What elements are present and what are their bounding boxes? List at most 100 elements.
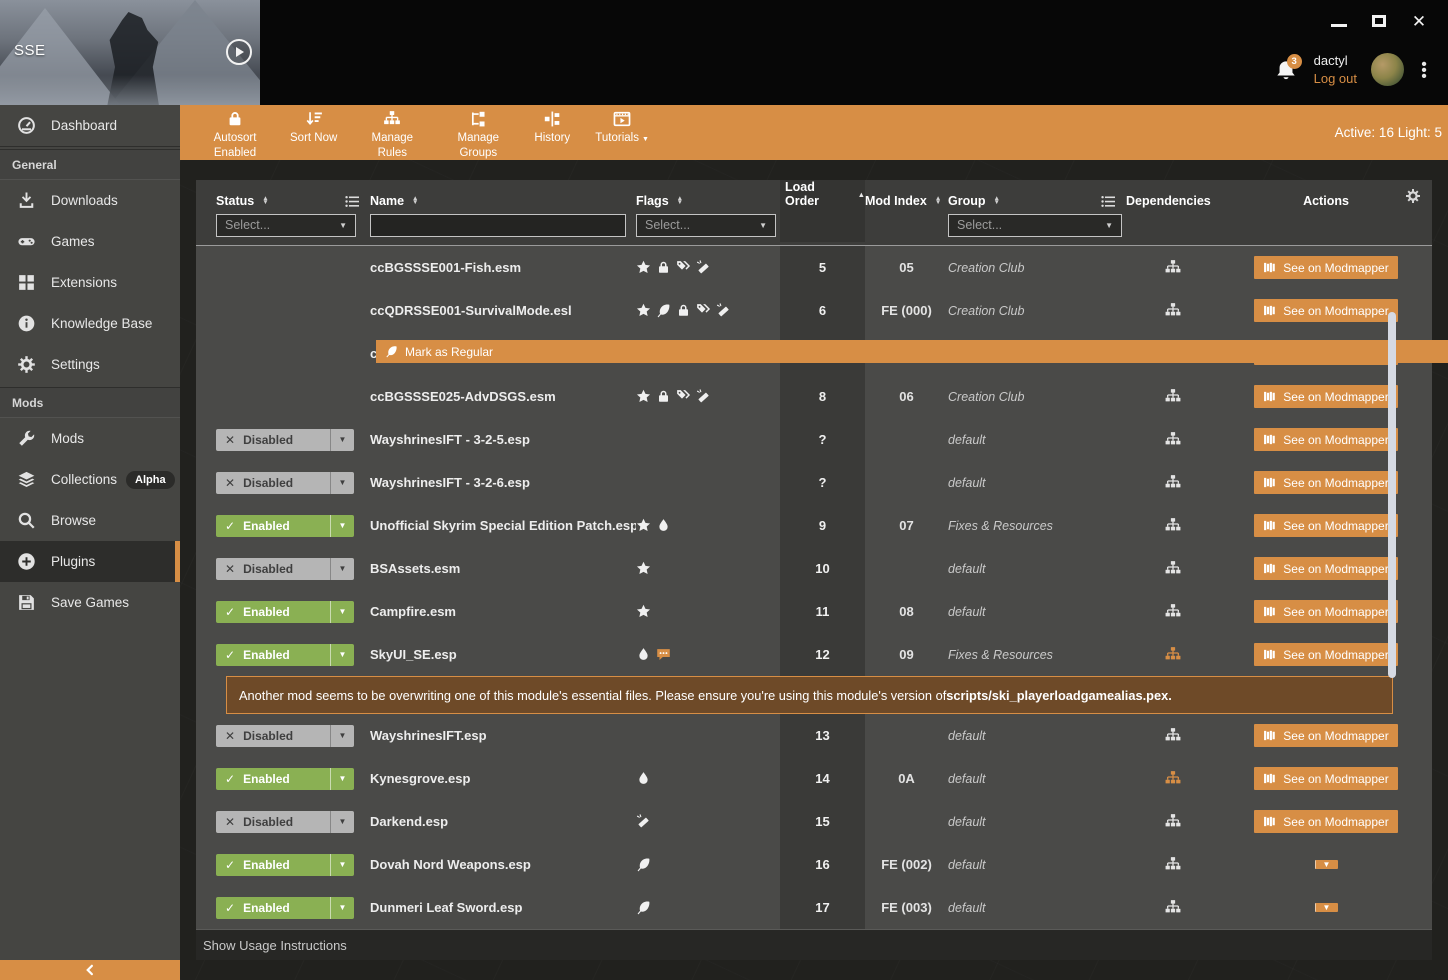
maximize-button[interactable] [1370,12,1388,30]
see-on-modmapper-button[interactable]: See on Modmapper [1254,810,1397,833]
toolbar-button-history[interactable]: History [521,105,583,160]
toggle-caret[interactable]: ▼ [330,515,354,537]
see-on-modmapper-button[interactable]: See on Modmapper [1254,385,1397,408]
toggle-main[interactable]: ✓Enabled [216,897,330,919]
plugin-toggle-button[interactable]: ✓Enabled▼ [216,768,354,790]
see-on-modmapper-button[interactable]: See on Modmapper [1254,514,1397,537]
plugin-toggle-button[interactable]: ✓Enabled▼ [216,897,354,919]
plugin-toggle-button[interactable]: ✕Disabled▼ [216,725,354,747]
toggle-main[interactable]: ✕Disabled [216,558,330,580]
toolbar-button-manage-groups[interactable]: Manage Groups [435,105,521,160]
plugin-toggle-button[interactable]: ✓Enabled▼ [216,601,354,623]
see-on-modmapper-button[interactable]: See on Modmapper [1254,471,1397,494]
plugin-toggle-button[interactable]: ✓Enabled▼ [216,854,354,876]
toggle-caret[interactable]: ▼ [330,429,354,451]
notifications-button[interactable]: 3 [1274,56,1300,84]
sidebar-item-plugins[interactable]: Plugins [0,541,180,582]
see-on-modmapper-button[interactable]: See on Modmapper [1254,643,1397,666]
dependencies-button[interactable] [1163,388,1183,406]
avatar[interactable] [1371,53,1404,86]
table-row[interactable]: ✓Enabled▼Dovah Nord Weapons.esp16FE (002… [196,843,1432,886]
dependencies-button[interactable] [1163,813,1183,831]
column-header-name[interactable]: Name▲▼ [370,194,636,208]
status-filter-select[interactable]: Select...▼ [216,214,356,237]
play-game-button[interactable] [226,39,252,65]
column-header-flags[interactable]: Flags▲▼ [636,194,780,208]
action-caret[interactable]: ▼ [1315,860,1338,869]
toggle-caret[interactable]: ▼ [330,558,354,580]
toggle-main[interactable]: ✕Disabled [216,472,330,494]
game-banner[interactable]: SSE [0,0,260,105]
see-on-modmapper-button[interactable]: See on Modmapper [1254,428,1397,451]
dependencies-button[interactable] [1163,646,1183,664]
toggle-main[interactable]: ✓Enabled [216,644,330,666]
table-row[interactable]: ✕Disabled▼WayshrinesIFT - 3-2-6.esp?defa… [196,461,1432,504]
dependencies-button[interactable] [1163,727,1183,745]
group-filter-select[interactable]: Select...▼ [948,214,1122,237]
toggle-main[interactable]: ✕Disabled [216,429,330,451]
sidebar-item-save-games[interactable]: Save Games [0,582,180,623]
see-on-modmapper-button[interactable]: See on Modmapper [1254,299,1397,322]
table-row[interactable]: ✕Disabled▼WayshrinesIFT - 3-2-5.esp?defa… [196,418,1432,461]
sidebar-item-settings[interactable]: Settings [0,344,180,385]
sidebar-item-games[interactable]: Games [0,221,180,262]
toggle-main[interactable]: ✕Disabled [216,725,330,747]
table-row[interactable]: ccQDRSSE001-SurvivalMode.esl6FE (000)Cre… [196,289,1432,332]
dependencies-button[interactable] [1163,603,1183,621]
dependencies-button[interactable] [1163,770,1183,788]
see-on-modmapper-button[interactable]: See on Modmapper [1254,557,1397,580]
table-row[interactable]: ✕Disabled▼WayshrinesIFT.esp13defaultSee … [196,714,1432,757]
column-header-group[interactable]: Group▲▼ [948,194,1126,208]
see-on-modmapper-button[interactable]: See on Modmapper [1254,256,1397,279]
sidebar-item-mods[interactable]: Mods [0,418,180,459]
column-header-status[interactable]: Status▲▼ [216,194,370,208]
column-header-mod[interactable]: Mod Index▲▼ [865,194,948,208]
table-row[interactable]: ✕Disabled▼Darkend.esp15defaultSee on Mod… [196,800,1432,843]
table-row[interactable]: ✓Enabled▼Kynesgrove.esp140AdefaultSee on… [196,757,1432,800]
toolbar-button-tutorials[interactable]: Tutorials▼ [583,105,661,160]
toggle-caret[interactable]: ▼ [330,811,354,833]
toggle-main[interactable]: ✓Enabled [216,768,330,790]
toolbar-button-autosort-enabled[interactable]: Autosort Enabled [192,105,278,160]
dependencies-button[interactable] [1163,560,1183,578]
column-header-load[interactable]: Load Order▲ [780,180,865,208]
sidebar-item-knowledge-base[interactable]: Knowledge Base [0,303,180,344]
column-header-actions[interactable]: Actions [1220,194,1432,208]
toggle-caret[interactable]: ▼ [330,897,354,919]
dependencies-button[interactable] [1163,517,1183,535]
dependencies-button[interactable] [1163,259,1183,277]
toggle-main[interactable]: ✓Enabled [216,601,330,623]
toggle-caret[interactable]: ▼ [330,644,354,666]
flags-filter-select[interactable]: Select...▼ [636,214,776,237]
show-usage-instructions[interactable]: Show Usage Instructions [196,929,1432,960]
table-row[interactable]: ✓Enabled▼Unofficial Skyrim Special Editi… [196,504,1432,547]
see-on-modmapper-button[interactable]: See on Modmapper [1254,724,1397,747]
column-header-deps[interactable]: Dependencies [1126,194,1220,208]
close-button[interactable]: ✕ [1410,12,1428,30]
plugin-toggle-button[interactable]: ✕Disabled▼ [216,429,354,451]
table-row[interactable]: ✓Enabled▼Campfire.esm1108defaultSee on M… [196,590,1432,633]
table-row[interactable]: ✓Enabled▼SkyUI_SE.esp1209Fixes & Resourc… [196,633,1432,676]
toggle-main[interactable]: ✓Enabled [216,854,330,876]
action-caret[interactable]: ▼ [1315,903,1338,912]
plugin-toggle-button[interactable]: ✓Enabled▼ [216,644,354,666]
toggle-caret[interactable]: ▼ [330,768,354,790]
table-row[interactable]: ccBGSSSE025-AdvDSGS.esm806Creation ClubS… [196,375,1432,418]
list-icon[interactable] [345,195,360,208]
see-on-modmapper-button[interactable]: See on Modmapper [1254,600,1397,623]
toggle-caret[interactable]: ▼ [330,472,354,494]
table-row[interactable]: ✓Enabled▼Dunmeri Leaf Sword.esp17FE (003… [196,886,1432,929]
toolbar-button-manage-rules[interactable]: Manage Rules [349,105,435,160]
sidebar-item-collections[interactable]: CollectionsAlpha [0,459,180,500]
vertical-scrollbar[interactable] [1388,312,1396,678]
overflow-menu-button[interactable]: ••• [1418,61,1430,79]
table-row[interactable]: ccBGSSSE001-Fish.esm505Creation ClubSee … [196,246,1432,289]
dependencies-button[interactable] [1163,474,1183,492]
logout-link[interactable]: Log out [1314,70,1357,88]
toggle-caret[interactable]: ▼ [330,601,354,623]
table-settings-gear-icon[interactable] [1405,188,1421,204]
see-on-modmapper-button[interactable]: See on Modmapper [1254,767,1397,790]
dependencies-button[interactable] [1163,899,1183,917]
minimize-button[interactable] [1330,12,1348,30]
toggle-caret[interactable]: ▼ [330,725,354,747]
